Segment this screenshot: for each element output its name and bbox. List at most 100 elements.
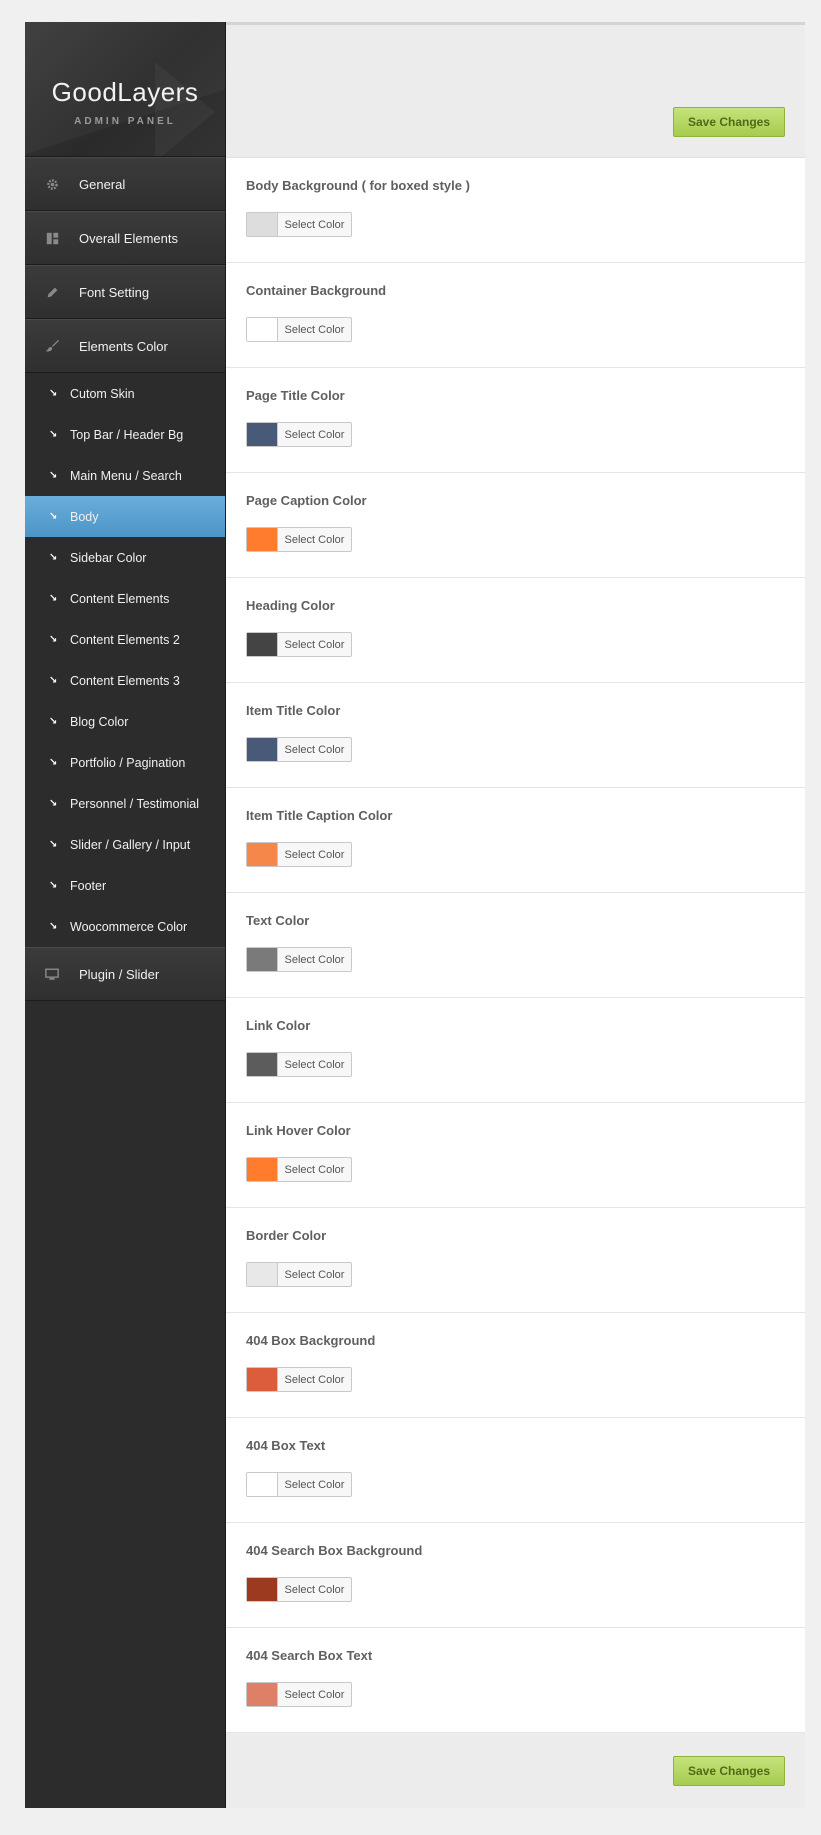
- submenu-item-footer[interactable]: ↘ Footer: [25, 865, 225, 906]
- color-swatch[interactable]: [247, 1053, 278, 1076]
- color-swatch[interactable]: [247, 423, 278, 446]
- arrow-down-right-icon: ↘: [49, 511, 58, 522]
- color-swatch[interactable]: [247, 948, 278, 971]
- admin-panel: GoodLayers ADMIN PANEL General Overall El…: [25, 22, 805, 1808]
- color-picker-button[interactable]: Select Color: [246, 1367, 352, 1392]
- submenu-item-label: Slider / Gallery / Input: [70, 837, 191, 852]
- color-picker-button[interactable]: Select Color: [246, 422, 352, 447]
- save-button-bottom[interactable]: Save Changes: [673, 1756, 785, 1786]
- color-option-label: Border Color: [246, 1228, 327, 1243]
- color-option-row: Page Caption Color Select Color: [226, 473, 805, 578]
- sidebar-item-label: Plugin / Slider: [79, 966, 160, 982]
- color-picker-button[interactable]: Select Color: [246, 947, 352, 972]
- color-option-label: Page Caption Color: [246, 493, 367, 508]
- color-option-label: 404 Box Text: [246, 1438, 326, 1453]
- submenu-item-top-bar-header-bg[interactable]: ↘ Top Bar / Header Bg: [25, 414, 225, 455]
- submenu-item-sidebar-color[interactable]: ↘ Sidebar Color: [25, 537, 225, 578]
- color-option-row: Item Title Caption Color Select Color: [226, 788, 805, 893]
- submenu-item-content-elements-2[interactable]: ↘ Content Elements 2: [25, 619, 225, 660]
- color-picker-button[interactable]: Select Color: [246, 842, 352, 867]
- color-picker-button[interactable]: Select Color: [246, 1577, 352, 1602]
- sidebar-item-plugin-slider[interactable]: Plugin / Slider: [25, 947, 225, 1001]
- submenu-item-main-menu-search[interactable]: ↘ Main Menu / Search: [25, 455, 225, 496]
- brush-icon: [45, 339, 59, 353]
- logo-subtitle: ADMIN PANEL: [74, 116, 176, 127]
- color-option-row: Border Color Select Color: [226, 1208, 805, 1313]
- pencil-icon: [45, 285, 59, 299]
- color-swatch[interactable]: [247, 528, 278, 551]
- sidebar-submenu: ↘ Cutom Skin ↘ Top Bar / Header Bg ↘ Main Men…: [25, 373, 225, 947]
- color-option-row: 404 Search Box Text Select Color: [226, 1628, 805, 1733]
- submenu-item-cutom-skin[interactable]: ↘ Cutom Skin: [25, 373, 225, 414]
- submenu-item-content-elements-3[interactable]: ↘ Content Elements 3: [25, 660, 225, 701]
- arrow-down-right-icon: ↘: [49, 593, 58, 604]
- arrow-down-right-icon: ↘: [49, 675, 58, 686]
- submenu-item-label: Personnel / Testimonial: [70, 796, 200, 811]
- color-picker-button[interactable]: Select Color: [246, 1052, 352, 1077]
- submenu-item-label: Footer: [70, 878, 107, 893]
- save-button[interactable]: Save Changes: [673, 107, 785, 137]
- color-swatch[interactable]: [247, 1263, 278, 1286]
- color-swatch[interactable]: [247, 633, 278, 656]
- color-swatch[interactable]: [247, 1158, 278, 1181]
- submenu-item-slider-gallery-input[interactable]: ↘ Slider / Gallery / Input: [25, 824, 225, 865]
- arrow-down-right-icon: ↘: [49, 880, 58, 891]
- color-picker-button[interactable]: Select Color: [246, 317, 352, 342]
- color-swatch[interactable]: [247, 738, 278, 761]
- color-option-row: 404 Search Box Background Select Color: [226, 1523, 805, 1628]
- color-swatch[interactable]: [247, 843, 278, 866]
- color-swatch[interactable]: [247, 1578, 278, 1601]
- top-bar: Save Changes: [226, 25, 805, 158]
- color-option-label: Link Hover Color: [246, 1123, 351, 1138]
- color-option-row: Link Color Select Color: [226, 998, 805, 1103]
- color-picker-button[interactable]: Select Color: [246, 1682, 352, 1707]
- arrow-down-right-icon: ↘: [49, 716, 58, 727]
- select-color-label: Select Color: [284, 638, 345, 651]
- color-option-label: Text Color: [246, 913, 310, 928]
- submenu-item-label: Main Menu / Search: [70, 468, 182, 483]
- select-color-label: Select Color: [284, 848, 345, 861]
- color-swatch[interactable]: [247, 1368, 278, 1391]
- color-swatch[interactable]: [247, 318, 278, 341]
- select-color-label: Select Color: [284, 1163, 345, 1176]
- sidebar-item-general[interactable]: General: [25, 157, 225, 211]
- select-color-label: Select Color: [284, 1688, 345, 1701]
- sidebar-item-label: Elements Color: [79, 338, 168, 354]
- color-picker-button[interactable]: Select Color: [246, 212, 352, 237]
- sidebar-item-overall-elements[interactable]: Overall Elements: [25, 211, 225, 265]
- monitor-icon: [45, 967, 59, 981]
- color-option-label: Link Color: [246, 1018, 311, 1033]
- submenu-item-label: Sidebar Color: [70, 550, 147, 565]
- color-picker-button[interactable]: Select Color: [246, 527, 352, 552]
- color-option-label: 404 Box Background: [246, 1333, 376, 1348]
- submenu-item-woocommerce-color[interactable]: ↘ Woocommerce Color: [25, 906, 225, 947]
- color-picker-button[interactable]: Select Color: [246, 1157, 352, 1182]
- color-picker-button[interactable]: Select Color: [246, 1472, 352, 1497]
- select-color-label: Select Color: [284, 323, 345, 336]
- sidebar-item-font-setting[interactable]: Font Setting: [25, 265, 225, 319]
- submenu-item-body[interactable]: ↘ Body: [25, 496, 225, 537]
- sidebar: GoodLayers ADMIN PANEL General Overall El…: [25, 22, 226, 1808]
- submenu-item-content-elements[interactable]: ↘ Content Elements: [25, 578, 225, 619]
- submenu-item-label: Portfolio / Pagination: [70, 755, 186, 770]
- submenu-item-label: Content Elements: [70, 591, 170, 606]
- select-color-label: Select Color: [284, 533, 345, 546]
- select-color-label: Select Color: [284, 1478, 345, 1491]
- sidebar-item-elements-color[interactable]: Elements Color: [25, 319, 225, 373]
- sidebar-item-label: General: [79, 176, 126, 192]
- submenu-item-portfolio-pagination[interactable]: ↘ Portfolio / Pagination: [25, 742, 225, 783]
- color-option-row: Text Color Select Color: [226, 893, 805, 998]
- sidebar-last-item-container: Plugin / Slider: [25, 947, 225, 1001]
- submenu-item-personnel-testimonial[interactable]: ↘ Personnel / Testimonial: [25, 783, 225, 824]
- color-picker-button[interactable]: Select Color: [246, 632, 352, 657]
- sidebar-item-label: Overall Elements: [79, 230, 178, 246]
- select-color-label: Select Color: [284, 743, 345, 756]
- color-option-row: 404 Box Text Select Color: [226, 1418, 805, 1523]
- color-picker-button[interactable]: Select Color: [246, 1262, 352, 1287]
- gear-icon: [45, 177, 59, 191]
- color-picker-button[interactable]: Select Color: [246, 737, 352, 762]
- color-swatch[interactable]: [247, 1683, 278, 1706]
- color-swatch[interactable]: [247, 213, 278, 236]
- color-swatch[interactable]: [247, 1473, 278, 1496]
- submenu-item-blog-color[interactable]: ↘ Blog Color: [25, 701, 225, 742]
